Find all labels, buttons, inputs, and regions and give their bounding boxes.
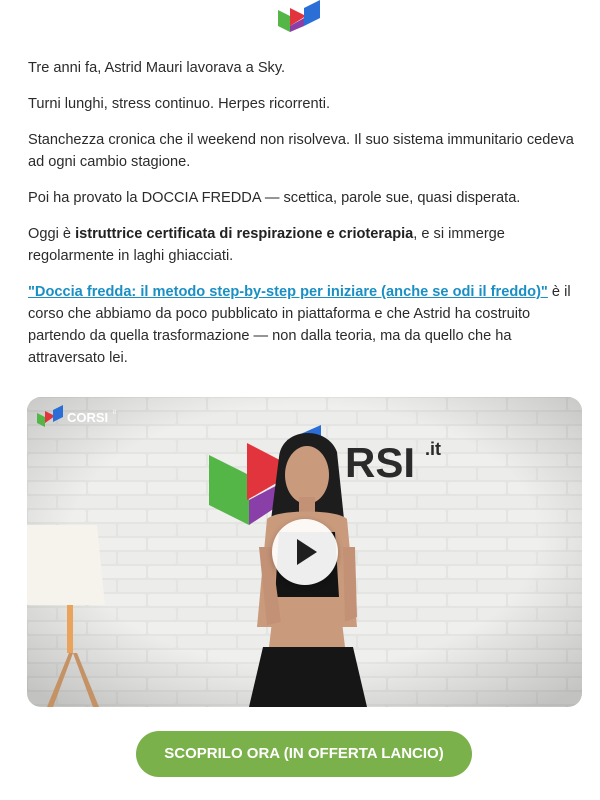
- email-body: Tre anni fa, Astrid Mauri lavorava a Sky…: [28, 57, 584, 383]
- corsi-logo-icon: [278, 0, 320, 32]
- wall-sign-suffix: .it: [425, 439, 441, 459]
- certification-text: istruttrice certificata di respirazione …: [75, 226, 414, 242]
- play-icon[interactable]: [272, 519, 338, 585]
- paragraph-today: Oggi è istruttrice certificata di respir…: [28, 223, 584, 267]
- wall-sign-text: RSI: [345, 439, 415, 486]
- cta-button[interactable]: SCOPRILO ORA (IN OFFERTA LANCIO): [136, 731, 472, 777]
- corner-logo-text: CORSI: [67, 410, 108, 425]
- paragraph-cold-shower: Poi ha provato la DOCCIA FREDDA — scetti…: [28, 190, 521, 206]
- paragraph-intro: Tre anni fa, Astrid Mauri lavorava a Sky…: [28, 60, 286, 76]
- video-corner-logo: CORSI it: [37, 405, 116, 427]
- paragraph-shifts: Turni lunghi, stress continuo. Herpes ri…: [28, 96, 331, 112]
- paragraph-fatigue: Stanchezza cronica che il weekend non ri…: [28, 132, 574, 170]
- paragraph-course: "Doccia fredda: il metodo step-by-step p…: [28, 281, 584, 369]
- today-prefix: Oggi è: [28, 226, 76, 242]
- corner-logo-suffix: it: [113, 410, 116, 416]
- course-link[interactable]: "Doccia fredda: il metodo step-by-step p…: [28, 284, 548, 300]
